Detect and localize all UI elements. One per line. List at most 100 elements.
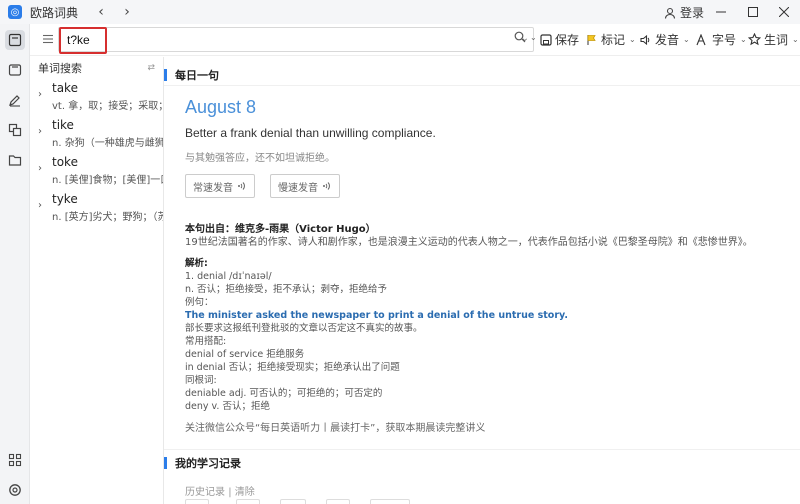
list-item-definition: n. 杂狗（一种雄虎与雌狮交 <box>52 138 163 149</box>
font-size-button[interactable]: 字号 ⌄ <box>696 31 747 48</box>
history-chip[interactable] <box>370 499 410 504</box>
save-icon <box>540 33 552 46</box>
maximize-button[interactable] <box>741 0 765 24</box>
apps-nav-button[interactable] <box>5 450 25 470</box>
section-divider <box>164 449 800 450</box>
save-button[interactable]: 保存 <box>540 31 579 48</box>
minimize-button[interactable] <box>709 0 733 24</box>
word-list-panel: 单词搜索 ⇄ › take vt. 拿，取；接受；采取；吸 › tike n. … <box>30 57 164 504</box>
list-item-word: tyke <box>52 192 78 206</box>
notes-nav-button[interactable] <box>5 90 25 110</box>
flag-icon <box>587 34 596 45</box>
analysis-line: 1. denial /dɪˈnaɪəl/ <box>185 271 272 282</box>
list-toggle-icon[interactable] <box>42 33 54 45</box>
wechat-notice: 关注微信公众号“每日英语听力丨晨读打卡”，获取本期晨读完整讲义 <box>185 423 486 434</box>
grid-icon <box>8 453 22 467</box>
app-title: 欧路词典 <box>30 5 79 20</box>
mark-button[interactable]: 标记 ⌄ <box>586 31 636 48</box>
slow-speed-audio-button[interactable]: 慢速发音 <box>270 174 340 198</box>
clear-history-link[interactable]: 清除 <box>235 487 255 498</box>
section-accent-bar <box>164 457 167 469</box>
title-bar: ◎ 欧路词典 ‹ › 登录 <box>0 0 800 24</box>
list-item[interactable]: › toke n. [美俚]食物；[美俚]一口抽 <box>30 153 163 190</box>
history-chip[interactable] <box>185 499 209 504</box>
list-item[interactable]: › tyke n. [英方]劣犬；野狗；（苏 <box>30 190 163 227</box>
study-record-section-title: 我的学习记录 <box>164 455 241 471</box>
login-label: 登录 <box>680 6 705 20</box>
font-size-dropdown-chevron-icon: ⌄ <box>740 35 747 44</box>
expand-chevron-icon[interactable]: › <box>38 89 42 100</box>
section-divider <box>164 85 800 86</box>
daily-sentence: Better a frank denial than unwilling com… <box>185 126 436 140</box>
analysis-line: deny v. 否认；拒绝 <box>185 401 270 412</box>
analysis-line: 同根词: <box>185 375 217 386</box>
sound-wave-icon <box>238 182 245 190</box>
example-sentence: The minister asked the newspaper to prin… <box>185 310 568 321</box>
minimize-icon <box>716 11 726 13</box>
history-row: 历史记录 | 清除 <box>185 483 255 498</box>
gear-icon <box>9 484 21 496</box>
normal-speed-label: 常速发音 <box>193 182 233 194</box>
pronounce-label: 发音 <box>655 33 680 47</box>
word-list-header: 单词搜索 ⇄ <box>30 57 163 79</box>
study-section-label: 我的学习记录 <box>175 457 241 470</box>
search-toolbar: ⌄ ⌄ 保存 标记 ⌄ 发音 ⌄ 字号 ⌄ 生词 ⌄ <box>30 24 800 56</box>
maximize-icon <box>748 7 758 17</box>
settings-nav-button[interactable] <box>5 480 25 500</box>
app-logo-icon: ◎ <box>8 5 22 19</box>
search-input[interactable] <box>67 32 507 48</box>
dictionary-nav-button[interactable] <box>5 30 25 50</box>
user-icon <box>664 7 676 19</box>
pen-icon <box>9 95 20 107</box>
expand-chevron-icon[interactable]: › <box>38 163 42 174</box>
mark-dropdown-chevron-icon: ⌄ <box>629 35 636 44</box>
normal-speed-audio-button[interactable]: 常速发音 <box>185 174 255 198</box>
list-item-definition: n. [英方]劣犬；野狗；（苏 <box>52 212 163 223</box>
history-chip[interactable] <box>236 499 260 504</box>
vocab-book-nav-button[interactable] <box>5 60 25 80</box>
left-rail <box>0 24 30 504</box>
vocab-button[interactable]: 生词 ⌄ <box>748 31 799 48</box>
slow-speed-label: 慢速发音 <box>278 182 318 194</box>
folder-icon <box>8 155 22 166</box>
analysis-line: in denial 否认；拒绝接受现实；拒绝承认出了问题 <box>185 362 400 373</box>
login-button[interactable]: 登录 <box>664 4 704 21</box>
book-icon <box>8 33 22 47</box>
search-options-chevron-icon[interactable]: ⌄ <box>530 33 537 42</box>
expand-chevron-icon[interactable]: › <box>38 126 42 137</box>
search-icon <box>514 31 526 43</box>
daily-translation: 与其勉强答应，还不如坦诚拒绝。 <box>185 153 335 164</box>
history-label[interactable]: 历史记录 <box>185 487 225 498</box>
list-item[interactable]: › take vt. 拿，取；接受；采取；吸 <box>30 79 163 116</box>
translate-nav-button[interactable] <box>5 120 25 140</box>
pronounce-button[interactable]: 发音 ⌄ <box>640 31 690 48</box>
forward-arrow-icon[interactable]: › <box>120 4 134 20</box>
analysis-line: denial of service 拒绝服务 <box>185 349 305 360</box>
analysis-line: 例句： <box>185 297 214 308</box>
analysis-title: 解析: <box>185 258 208 269</box>
daily-section-label: 每日一句 <box>175 69 219 82</box>
history-chip[interactable] <box>326 499 350 504</box>
history-chip[interactable] <box>280 499 306 504</box>
close-icon <box>779 7 789 17</box>
folder-nav-button[interactable] <box>5 150 25 170</box>
sound-wave-icon <box>323 182 330 190</box>
analysis-line: n. 否认；拒绝接受，拒不承认；剥夺，拒绝给予 <box>185 284 388 295</box>
word-list-title: 单词搜索 <box>38 62 82 75</box>
analysis-block: 解析: 1. denial /dɪˈnaɪəl/ n. 否认；拒绝接受，拒不承认… <box>185 257 785 413</box>
list-item-definition: vt. 拿，取；接受；采取；吸 <box>52 101 163 112</box>
analysis-line: deniable adj. 可否认的；可拒绝的；可否定的 <box>185 388 383 399</box>
swap-icon[interactable]: ⇄ <box>147 63 155 73</box>
close-button[interactable] <box>772 0 796 24</box>
daily-date: August 8 <box>185 97 257 117</box>
notebook-icon <box>8 64 22 76</box>
speaker-icon <box>640 34 650 45</box>
section-accent-bar <box>164 69 167 81</box>
list-item-word: tike <box>52 118 74 132</box>
back-arrow-icon[interactable]: ‹ <box>94 4 108 20</box>
analysis-line: 常用搭配: <box>185 336 227 347</box>
search-button[interactable]: ⌄ <box>514 31 537 43</box>
vocab-dropdown-chevron-icon: ⌄ <box>792 35 799 44</box>
list-item[interactable]: › tike n. 杂狗（一种雄虎与雌狮交 <box>30 116 163 153</box>
expand-chevron-icon[interactable]: › <box>38 200 42 211</box>
